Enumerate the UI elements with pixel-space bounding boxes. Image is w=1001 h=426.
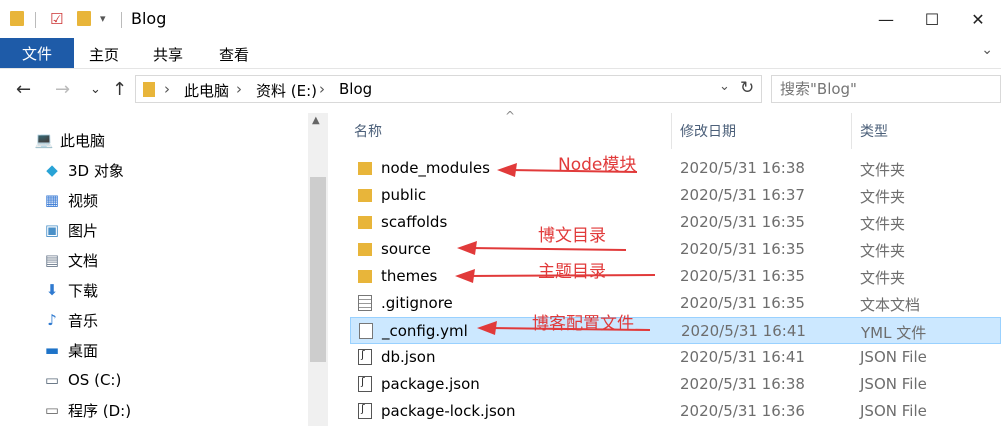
annotation-config: 博客配置文件 — [532, 314, 634, 334]
annotation-arrows — [455, 163, 656, 335]
annotation-themes: 主题目录 — [538, 262, 606, 282]
annotation-node-modules: Node模块 — [558, 155, 637, 175]
annotation-source: 博文目录 — [538, 226, 606, 246]
